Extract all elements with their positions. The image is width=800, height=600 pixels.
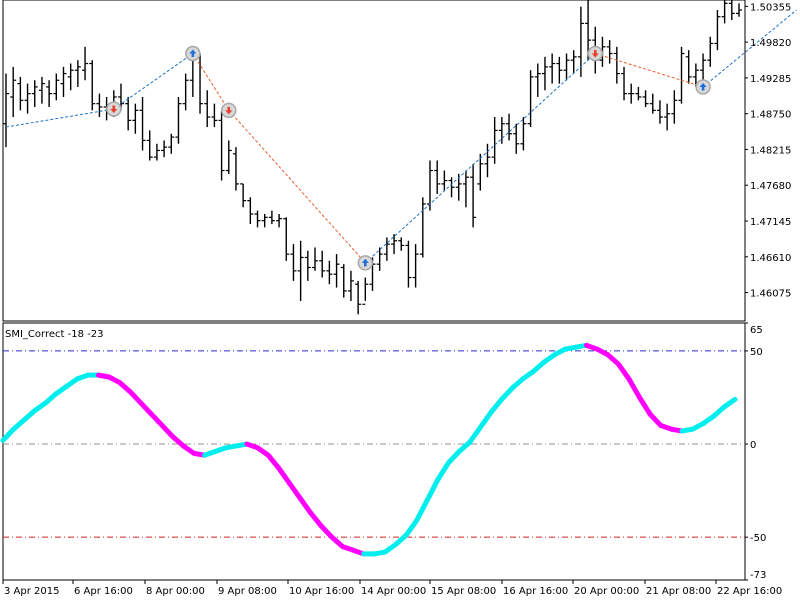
indicator-axis: 65 50 0 -50 -73 — [745, 322, 766, 581]
time-tick-label: 14 Apr 00:00 — [361, 586, 426, 597]
sell-arrow-icon[interactable] — [221, 102, 237, 119]
time-tick-label: 9 Apr 08:00 — [218, 586, 277, 597]
price-tick-label: 1.47145 — [750, 217, 791, 228]
time-tick-label: 10 Apr 16:00 — [289, 586, 354, 597]
sell-arrow-icon[interactable] — [106, 101, 122, 117]
main-pane-frame — [2, 0, 746, 322]
price-tick-label: 1.49285 — [750, 74, 791, 85]
indicator-pane[interactable] — [2, 322, 746, 581]
buy-arrow-icon[interactable] — [357, 255, 374, 271]
price-chart-window[interactable]: 1.50355 1.49820 1.49285 1.48750 1.48215 1.476… — [0, 0, 800, 600]
time-tick-label: 22 Apr 16:00 — [717, 586, 782, 597]
price-tick-label: 1.46610 — [750, 253, 791, 264]
time-axis: 3 Apr 2015 6 Apr 16:00 8 Apr 00:00 9 Apr 08… — [2, 580, 782, 597]
main-chart-pane[interactable] — [2, 0, 746, 322]
time-tick-label: 20 Apr 00:00 — [574, 586, 639, 597]
time-tick-label: 3 Apr 2015 — [4, 586, 59, 597]
buy-arrow-icon[interactable] — [695, 79, 711, 95]
indicator-tick-label: 50 — [750, 347, 763, 358]
indicator-tick-label: 0 — [750, 440, 756, 451]
price-tick-label: 1.48215 — [750, 145, 791, 156]
time-tick-label: 21 Apr 08:00 — [646, 586, 711, 597]
indicator-tick-label: -50 — [750, 533, 766, 544]
time-tick-label: 8 Apr 00:00 — [146, 586, 205, 597]
indicator-tick-label: -73 — [750, 570, 766, 581]
price-tick-label: 1.46075 — [750, 289, 791, 300]
buy-arrow-icon[interactable] — [185, 45, 201, 62]
price-tick-label: 1.50355 — [750, 2, 791, 13]
price-axis: 1.50355 1.49820 1.49285 1.48750 1.48215 1.476… — [745, 2, 791, 300]
price-tick-label: 1.48750 — [750, 110, 791, 121]
time-tick-label: 6 Apr 16:00 — [74, 586, 133, 597]
indicator-title: SMI_Correct -18 -23 — [5, 329, 103, 340]
time-tick-label: 16 Apr 16:00 — [503, 586, 568, 597]
price-tick-label: 1.47680 — [750, 181, 791, 192]
indicator-tick-label: 65 — [750, 325, 763, 336]
price-tick-label: 1.49820 — [750, 38, 791, 49]
indicator-pane-frame — [2, 322, 746, 581]
time-tick-label: 15 Apr 08:00 — [431, 586, 496, 597]
sell-arrow-icon[interactable] — [587, 45, 604, 62]
